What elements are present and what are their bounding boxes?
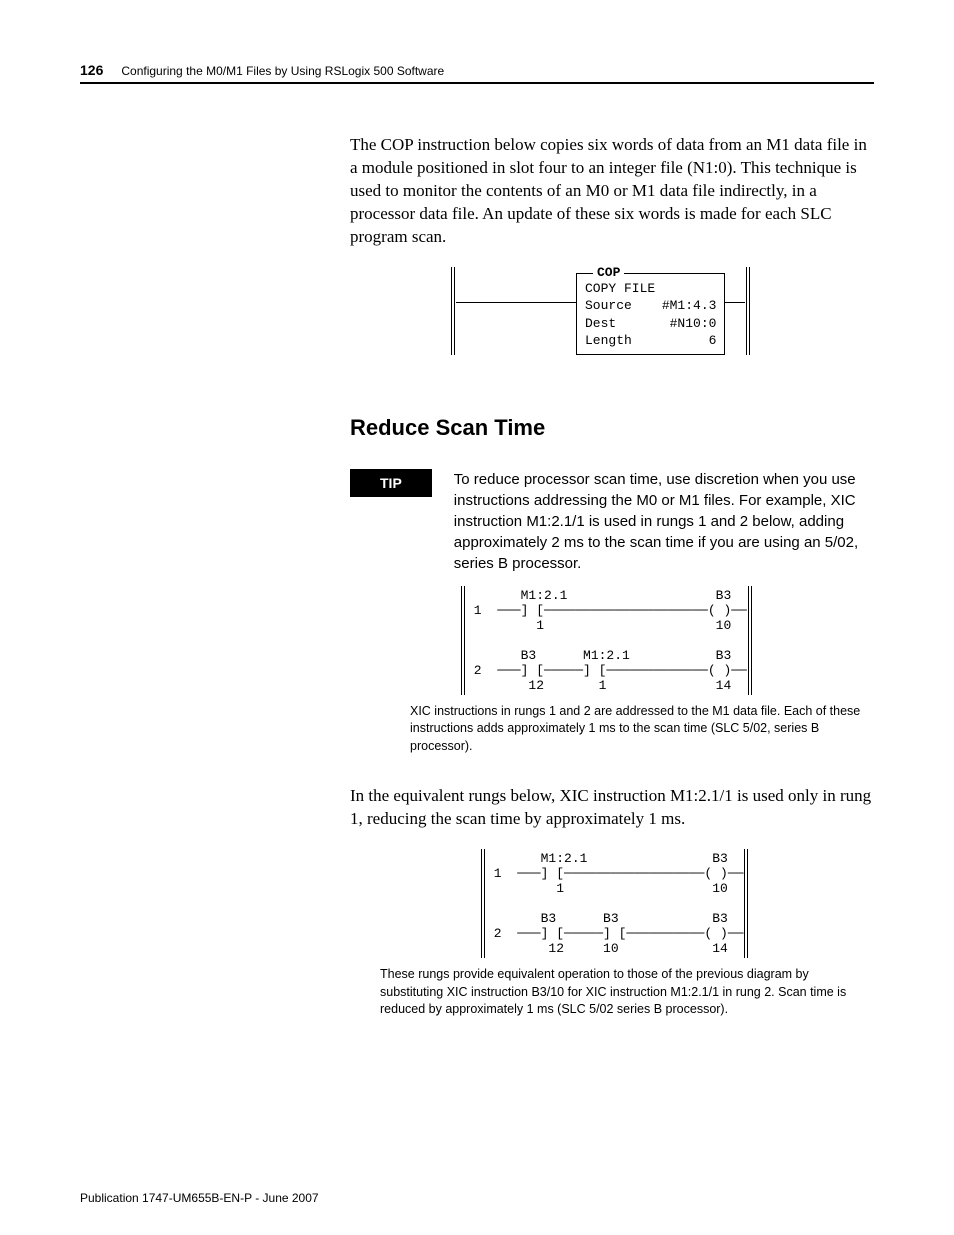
cop-dest-value: #N10:0 [670, 315, 717, 333]
ladder-diagram-1: M1:2.1 B3 1 ───] [─────────────────────(… [460, 586, 874, 695]
ladder2-ascii: M1:2.1 B3 1 ───] [──────────────────( )─… [486, 849, 743, 958]
tip-text: To reduce processor scan time, use discr… [454, 469, 874, 574]
ladder-right-rail [746, 267, 750, 355]
ladder1-right-rail [748, 586, 752, 695]
cop-dest-label: Dest [585, 315, 616, 333]
cop-length-value: 6 [709, 332, 717, 350]
publication-footer: Publication 1747-UM655B-EN-P - June 2007 [80, 1191, 319, 1205]
cop-instruction-block: COP COPY FILE Source #M1:4.3 Dest #N10:0… [450, 267, 874, 355]
intro-paragraph: The COP instruction below copies six wor… [350, 134, 874, 249]
page-number: 126 [80, 62, 103, 78]
caption-1: XIC instructions in rungs 1 and 2 are ad… [410, 703, 874, 756]
middle-paragraph: In the equivalent rungs below, XIC instr… [350, 785, 874, 831]
ladder1-left-rail [461, 586, 465, 695]
cop-line-copyfile: COPY FILE [585, 280, 716, 298]
cop-source-label: Source [585, 297, 632, 315]
rung-wire-left [456, 302, 576, 304]
cop-source-value: #M1:4.3 [662, 297, 717, 315]
caption-2: These rungs provide equivalent operation… [380, 966, 874, 1019]
header-title: Configuring the M0/M1 Files by Using RSL… [121, 64, 444, 78]
cop-mnemonic: COP [593, 264, 624, 282]
section-title: Reduce Scan Time [350, 415, 874, 441]
cop-box: COP COPY FILE Source #M1:4.3 Dest #N10:0… [576, 273, 725, 355]
tip-block: TIP To reduce processor scan time, use d… [350, 469, 874, 574]
ladder2-right-rail [744, 849, 748, 958]
page-header: 126 Configuring the M0/M1 Files by Using… [80, 62, 874, 84]
cop-length-label: Length [585, 332, 632, 350]
ladder1-ascii: M1:2.1 B3 1 ───] [─────────────────────(… [466, 586, 747, 695]
ladder-diagram-2: M1:2.1 B3 1 ───] [──────────────────( )─… [480, 849, 874, 958]
rung-wire-right [725, 302, 745, 304]
ladder2-left-rail [481, 849, 485, 958]
ladder-left-rail [451, 267, 455, 355]
tip-badge: TIP [350, 469, 432, 497]
